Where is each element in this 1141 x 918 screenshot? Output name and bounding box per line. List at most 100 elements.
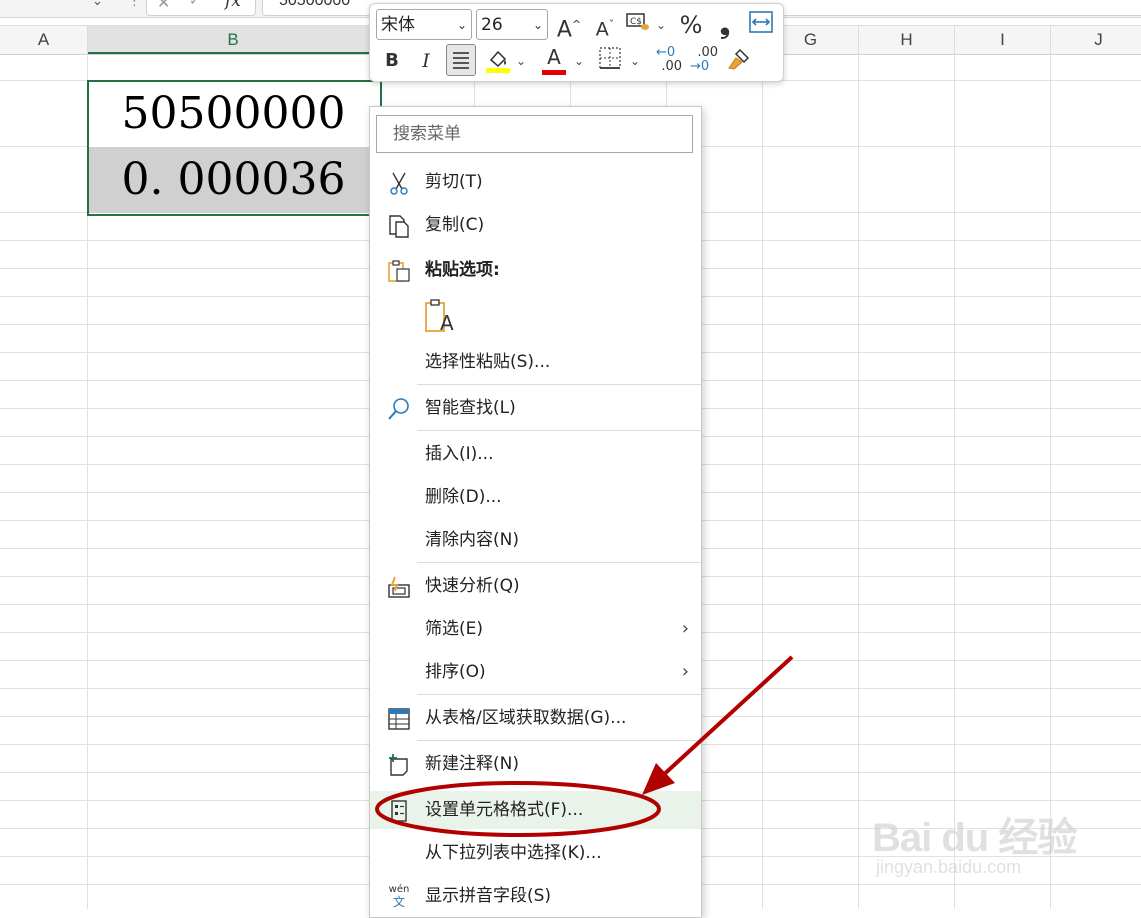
chevron-down-icon[interactable]: ⌄ [574,54,584,68]
phonetic-icon: wén 文 [386,885,412,909]
fill-color-icon [486,50,510,73]
wrap-text-button[interactable] [746,10,776,40]
close-icon[interactable]: ✕ [157,0,170,12]
menu-item-quick-analysis[interactable]: 快速分析(Q) [370,567,701,605]
menu-item-label: 复制(C) [425,215,485,235]
menu-item-label: 从表格/区域获取数据(G)... [425,708,627,728]
align-center-icon [453,52,469,69]
menu-item-label: 选择性粘贴(S)... [425,352,551,372]
menu-item-label: 清除内容(N) [425,530,519,550]
bold-button[interactable]: B [380,46,404,76]
format-painter-icon [728,48,750,70]
menu-item-show-phonetic[interactable]: wén 文 显示拼音字段(S) [370,877,701,915]
menu-item-paste-special[interactable]: 选择性粘贴(S)... [370,343,701,381]
chevron-down-icon[interactable]: ⌄ [656,18,666,32]
context-menu: 搜索菜单 剪切(T) 复制(C) 粘贴选项: A 选择性粘贴(S)... 智能查… [369,106,702,918]
menu-item-label: 智能查找(L) [425,398,516,418]
column-header-a[interactable]: A [0,26,88,54]
borders-icon [599,47,621,69]
menu-item-insert[interactable]: 插入(I)... [370,435,701,473]
comma-style-button[interactable]: ❟ [712,10,738,40]
increase-font-icon: A [556,17,572,43]
menu-item-filter[interactable]: 筛选(E) › [370,610,701,648]
menu-item-pick-from-dropdown[interactable]: 从下拉列表中选择(K)... [370,834,701,872]
menu-item-label: 剪切(T) [425,172,483,192]
menu-item-format-cells[interactable]: 设置单元格格式(F)... [370,791,701,829]
smart-lookup-icon [386,397,412,421]
increase-font-size-button[interactable]: A^ [554,10,584,43]
chevron-right-icon: › [681,618,689,639]
italic-button[interactable]: I [414,46,438,76]
decrease-decimal-button[interactable]: .00 →0 [688,46,718,76]
table-icon [386,707,412,731]
scissors-icon [386,171,412,195]
phonetic-glyph-top: wén [388,884,410,895]
wrap-text-icon [749,11,773,33]
menu-item-sort[interactable]: 排序(O) › [370,653,701,691]
watermark-logo: Bai du 经验 [872,816,1077,860]
menu-item-copy[interactable]: 复制(C) [370,206,701,244]
borders-button[interactable] [596,46,624,76]
check-icon[interactable]: ✓ [189,0,201,9]
paste-option-letter: A [440,311,454,335]
menu-item-label: 显示拼音字段(S) [425,886,552,906]
increase-decimal-icon: .00 [661,59,682,74]
menu-item-label: 设置单元格格式(F)... [425,800,584,820]
formula-bar-separator: ⋮ [128,0,141,9]
menu-item-label: 排序(O) [425,662,486,682]
watermark-url: jingyan.baidu.com [876,857,1022,877]
font-color-button[interactable]: A [540,42,568,75]
font-size-value: 26 [481,15,503,35]
format-painter-button[interactable] [724,46,754,76]
paste-keep-text-button[interactable]: A [424,297,458,337]
menu-item-label: 粘贴选项: [425,260,500,280]
insert-function-button[interactable]: fx [225,0,241,11]
menu-item-label: 筛选(E) [425,619,484,639]
new-comment-icon [386,753,412,777]
menu-item-cut[interactable]: 剪切(T) [370,163,701,201]
phonetic-glyph-bottom: 文 [392,895,405,909]
chevron-down-icon: ⌄ [532,18,543,32]
menu-item-label: 快速分析(Q) [425,576,520,596]
decrease-font-size-button[interactable]: Aˇ [590,10,620,40]
percent-style-button[interactable]: % [676,10,706,40]
menu-item-delete[interactable]: 删除(D)... [370,478,701,516]
column-header-i[interactable]: I [955,26,1051,54]
mini-toolbar: 宋体 ⌄ 26 ⌄ A^ Aˇ C$ ⌄ % ❟ B I ⌄ A ⌄ ⌄ ←0 … [369,3,784,82]
decrease-decimal-icon: .00 [697,45,718,60]
column-header-h[interactable]: H [859,26,955,54]
menu-search-input[interactable]: 搜索菜单 [376,115,693,153]
cell-b2[interactable]: 0. 000036 [88,147,379,213]
menu-item-label: 从下拉列表中选择(K)... [425,843,602,863]
accounting-format-icon: C$ [626,13,649,30]
chevron-right-icon: › [681,661,689,682]
increase-decimal-button[interactable]: ←0 .00 [652,46,682,76]
formula-value: 50500000 [279,0,351,9]
cell-b1[interactable]: 50500000 [88,81,379,147]
menu-item-clear-contents[interactable]: 清除内容(N) [370,521,701,559]
name-box-dropdown-icon[interactable]: ⌄ [92,0,103,9]
paste-icon [386,259,412,283]
font-name-select[interactable]: 宋体 ⌄ [376,9,472,40]
menu-item-new-comment[interactable]: 新建注释(N) [370,745,701,783]
chevron-down-icon[interactable]: ⌄ [630,54,640,68]
menu-item-smart-lookup[interactable]: 智能查找(L) [370,389,701,427]
format-cells-icon [386,799,412,823]
watermark: Bai du 经验 jingyan.baidu.com [872,805,1112,885]
chevron-down-icon[interactable]: ⌄ [516,54,526,68]
column-header-j[interactable]: J [1051,26,1141,54]
font-name-value: 宋体 [381,15,415,35]
align-center-button[interactable] [446,44,476,76]
fill-color-button[interactable] [484,46,512,76]
menu-item-label: 新建注释(N) [425,754,519,774]
decrease-font-icon: A [595,18,609,41]
menu-item-label: 插入(I)... [425,444,494,464]
menu-item-label: 删除(D)... [425,487,502,507]
column-header-b[interactable]: B [88,26,379,54]
formula-buttons: ✕ ✓ fx [146,0,256,16]
svg-text:C$: C$ [630,17,642,27]
accounting-format-button[interactable]: C$ [624,10,652,40]
chevron-down-icon: ⌄ [456,18,467,32]
font-size-select[interactable]: 26 ⌄ [476,9,548,40]
menu-item-get-data-from-table[interactable]: 从表格/区域获取数据(G)... [370,699,701,737]
